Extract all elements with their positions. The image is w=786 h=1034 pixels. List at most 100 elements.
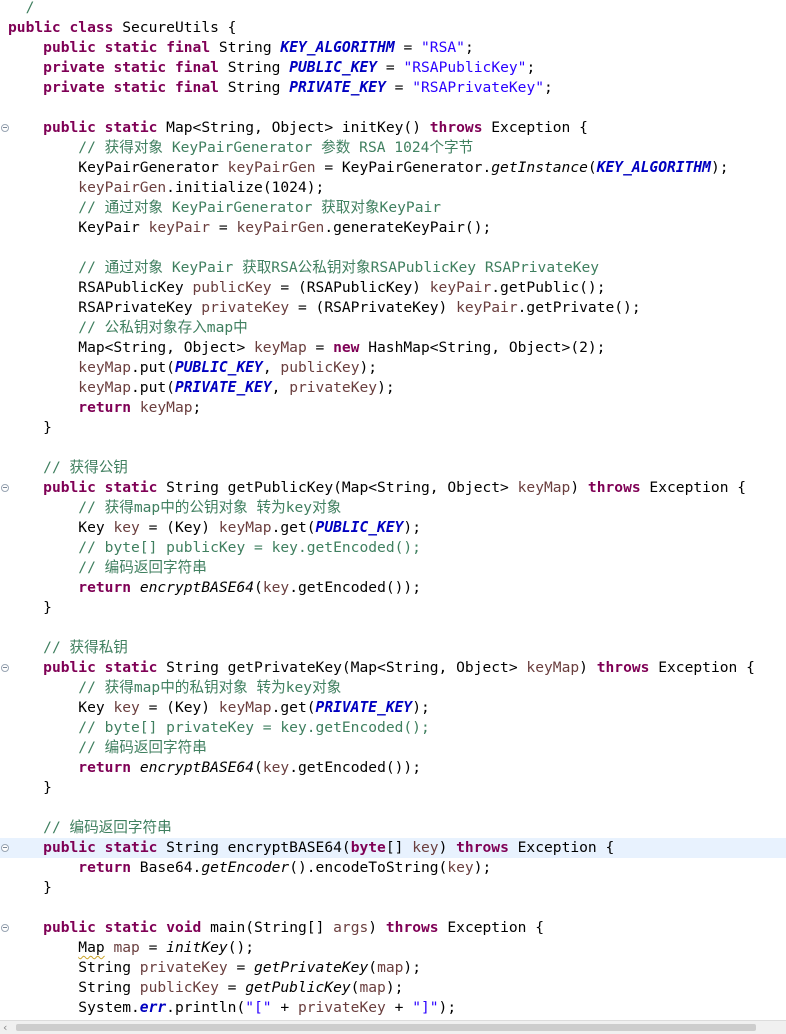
- code-line[interactable]: System.err.println("[" + privateKey + "]…: [0, 998, 786, 1018]
- code-line[interactable]: public static Map<String, Object> initKe…: [0, 118, 786, 138]
- code-line[interactable]: String publicKey = getPublicKey(map);: [0, 978, 786, 998]
- code-token: byte: [350, 839, 386, 856]
- code-token: String: [8, 979, 140, 996]
- code-line[interactable]: Map<String, Object> keyMap = new HashMap…: [0, 338, 786, 358]
- code-token: String getPublicKey(Map<String, Object>: [157, 479, 518, 496]
- code-text: return encryptBASE64(key.getEncoded());: [8, 758, 421, 778]
- code-token: HashMap<String, Object>(2);: [359, 339, 606, 356]
- code-line[interactable]: [0, 238, 786, 258]
- code-token: keyPairGen: [236, 219, 325, 236]
- code-line[interactable]: // 编码返回字符串: [0, 558, 786, 578]
- horizontal-scrollbar[interactable]: ‹: [0, 1020, 786, 1034]
- code-line[interactable]: // byte[] privateKey = key.getEncoded();: [0, 718, 786, 738]
- code-line[interactable]: String privateKey = getPrivateKey(map);: [0, 958, 786, 978]
- code-line[interactable]: }: [0, 418, 786, 438]
- code-line[interactable]: // 通过对象 KeyPair 获取RSA公私钥对象RSAPublicKey R…: [0, 258, 786, 278]
- code-token: String: [210, 39, 281, 56]
- code-line[interactable]: // 获得map中的私钥对象 转为key对象: [0, 678, 786, 698]
- code-line[interactable]: KeyPairGenerator keyPairGen = KeyPairGen…: [0, 158, 786, 178]
- code-token: err: [139, 999, 167, 1016]
- code-token: PUBLIC_KEY: [289, 59, 378, 76]
- code-token: return: [78, 759, 132, 776]
- code-line[interactable]: // 编码返回字符串: [0, 818, 786, 838]
- code-line[interactable]: RSAPublicKey publicKey = (RSAPublicKey) …: [0, 278, 786, 298]
- code-text: RSAPublicKey publicKey = (RSAPublicKey) …: [8, 278, 605, 298]
- code-line[interactable]: Key key = (Key) keyMap.get(PRIVATE_KEY);: [0, 698, 786, 718]
- code-token: keyPairGen: [227, 159, 316, 176]
- code-text: // 公私钥对象存入map中: [8, 318, 247, 338]
- code-line[interactable]: public static final String KEY_ALGORITHM…: [0, 38, 786, 58]
- code-line[interactable]: [0, 898, 786, 918]
- code-line[interactable]: // 获得对象 KeyPairGenerator 参数 RSA 1024个字节: [0, 138, 786, 158]
- scroll-left-icon[interactable]: ‹: [3, 1021, 7, 1034]
- code-token: .getEncoded());: [289, 579, 421, 596]
- code-line[interactable]: Key key = (Key) keyMap.get(PUBLIC_KEY);: [0, 518, 786, 538]
- code-token: );: [403, 519, 421, 536]
- code-token: );: [412, 699, 430, 716]
- code-text: }: [8, 598, 52, 618]
- scrollbar-thumb[interactable]: [16, 1024, 756, 1031]
- code-token: keyMap: [78, 379, 132, 396]
- code-line[interactable]: // byte[] publicKey = key.getEncoded();: [0, 538, 786, 558]
- code-token: =: [210, 219, 237, 236]
- code-line[interactable]: keyMap.put(PUBLIC_KEY, publicKey);: [0, 358, 786, 378]
- code-line[interactable]: private static final String PUBLIC_KEY =…: [0, 58, 786, 78]
- code-line[interactable]: public static String encryptBASE64(byte[…: [0, 838, 786, 858]
- code-text: public static String encryptBASE64(byte[…: [8, 838, 614, 858]
- code-line[interactable]: // 获得私钥: [0, 638, 786, 658]
- code-line[interactable]: KeyPair keyPair = keyPairGen.generateKey…: [0, 218, 786, 238]
- code-line[interactable]: public static String getPublicKey(Map<St…: [0, 478, 786, 498]
- code-line[interactable]: [0, 798, 786, 818]
- code-token: public: [43, 39, 96, 56]
- code-line[interactable]: keyPairGen.initialize(1024);: [0, 178, 786, 198]
- code-token: keyMap: [526, 659, 580, 676]
- code-line[interactable]: return encryptBASE64(key.getEncoded());: [0, 758, 786, 778]
- code-line[interactable]: // 获得公钥: [0, 458, 786, 478]
- code-token: keyPair: [456, 299, 518, 316]
- code-line[interactable]: }: [0, 878, 786, 898]
- code-line[interactable]: return keyMap;: [0, 398, 786, 418]
- code-line[interactable]: private static final String PRIVATE_KEY …: [0, 78, 786, 98]
- code-line[interactable]: // 获得map中的公钥对象 转为key对象: [0, 498, 786, 518]
- code-text: Key key = (Key) keyMap.get(PRIVATE_KEY);: [8, 698, 430, 718]
- code-line[interactable]: public class SecureUtils {: [0, 18, 786, 38]
- code-token: new: [333, 339, 360, 356]
- code-line[interactable]: // 通过对象 KeyPairGenerator 获取对象KeyPair: [0, 198, 786, 218]
- code-editor[interactable]: / public class SecureUtils { public stati…: [0, 0, 786, 1033]
- code-line[interactable]: }: [0, 598, 786, 618]
- code-line[interactable]: }: [0, 778, 786, 798]
- code-line[interactable]: keyMap.put(PRIVATE_KEY, privateKey);: [0, 378, 786, 398]
- code-token: return: [78, 859, 132, 876]
- code-token: (: [254, 759, 263, 776]
- code-line[interactable]: return Base64.getEncoder().encodeToStrin…: [0, 858, 786, 878]
- code-line[interactable]: [0, 438, 786, 458]
- code-token: // 获得map中的公钥对象 转为key对象: [78, 499, 342, 516]
- code-token: .getPrivate();: [517, 299, 641, 316]
- code-line[interactable]: // 编码返回字符串: [0, 738, 786, 758]
- code-line[interactable]: RSAPrivateKey privateKey = (RSAPrivateKe…: [0, 298, 786, 318]
- code-token: =: [306, 339, 334, 356]
- code-token: // 通过对象 KeyPairGenerator 获取对象KeyPair: [78, 199, 442, 216]
- code-token: throws: [385, 919, 439, 936]
- code-line[interactable]: [0, 98, 786, 118]
- code-line[interactable]: return encryptBASE64(key.getEncoded());: [0, 578, 786, 598]
- code-token: keyPair: [148, 219, 211, 236]
- code-line[interactable]: // 公私钥对象存入map中: [0, 318, 786, 338]
- code-token: // 获得公钥: [43, 459, 128, 476]
- code-line[interactable]: public static String getPrivateKey(Map<S…: [0, 658, 786, 678]
- code-line[interactable]: /: [0, 0, 786, 18]
- code-line[interactable]: [0, 618, 786, 638]
- code-line[interactable]: public static void main(String[] args) t…: [0, 918, 786, 938]
- code-line[interactable]: Map map = initKey();: [0, 938, 786, 958]
